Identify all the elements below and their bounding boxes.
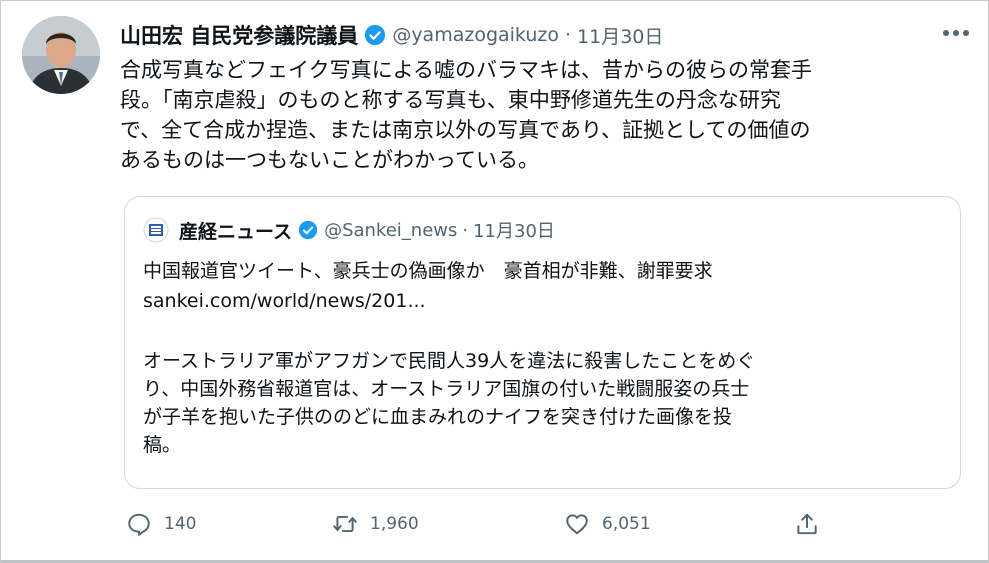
reply-button[interactable]: 140 bbox=[126, 506, 196, 542]
author-avatar[interactable] bbox=[22, 16, 100, 94]
tweet-text: 合成写真などフェイク写真による嘘のバラマキは、昔からの彼らの常套手 段。「南京虐… bbox=[120, 58, 812, 172]
author-handle[interactable]: @yamazogaikuzo bbox=[392, 24, 559, 46]
tweet-date[interactable]: 11月30日 bbox=[577, 22, 663, 49]
heart-icon bbox=[566, 514, 588, 535]
verified-badge-icon bbox=[298, 220, 318, 240]
quoted-headline: 中国報道官ツイート、豪兵士の偽画像か 豪首相が非難、謝罪要求 bbox=[143, 260, 713, 282]
tweet-actions: 140 1,960 6,051 bbox=[120, 506, 969, 542]
quoted-author-handle: @Sankei_news bbox=[324, 219, 458, 241]
separator-dot: · bbox=[462, 219, 469, 241]
quoted-tweet[interactable]: 産経ニュース @Sankei_news · 11月30日 中国報道官ツイート、豪… bbox=[124, 196, 961, 489]
reply-count: 140 bbox=[164, 514, 197, 534]
author-name[interactable]: 山田宏 自民党参議院議員 bbox=[120, 20, 358, 50]
retweet-button[interactable]: 1,960 bbox=[332, 506, 419, 542]
more-options-icon[interactable] bbox=[939, 20, 973, 46]
verified-badge-icon bbox=[365, 24, 386, 46]
retweet-icon bbox=[333, 515, 357, 533]
quoted-link[interactable]: sankei.com/world/news/201... bbox=[143, 287, 426, 315]
sankei-logo-icon bbox=[143, 217, 169, 243]
like-count: 6,051 bbox=[602, 514, 651, 534]
share-icon bbox=[797, 513, 817, 535]
quoted-body-text: オーストラリア軍がアフガンで民間人39人を違法に殺害したことをめぐ り、中国外務… bbox=[143, 350, 756, 456]
like-button[interactable]: 6,051 bbox=[564, 506, 651, 542]
reply-icon bbox=[128, 513, 150, 536]
quoted-author-name: 産経ニュース bbox=[179, 220, 293, 243]
tweet-header: 山田宏 自民党参議院議員 @yamazogaikuzo · 11月30日 bbox=[120, 18, 969, 52]
share-button[interactable] bbox=[794, 506, 832, 542]
quoted-tweet-header: 産経ニュース @Sankei_news · 11月30日 bbox=[143, 215, 942, 245]
separator-dot: · bbox=[565, 24, 572, 46]
quoted-tweet-date: 11月30日 bbox=[473, 221, 555, 242]
retweet-count: 1,960 bbox=[370, 514, 419, 534]
